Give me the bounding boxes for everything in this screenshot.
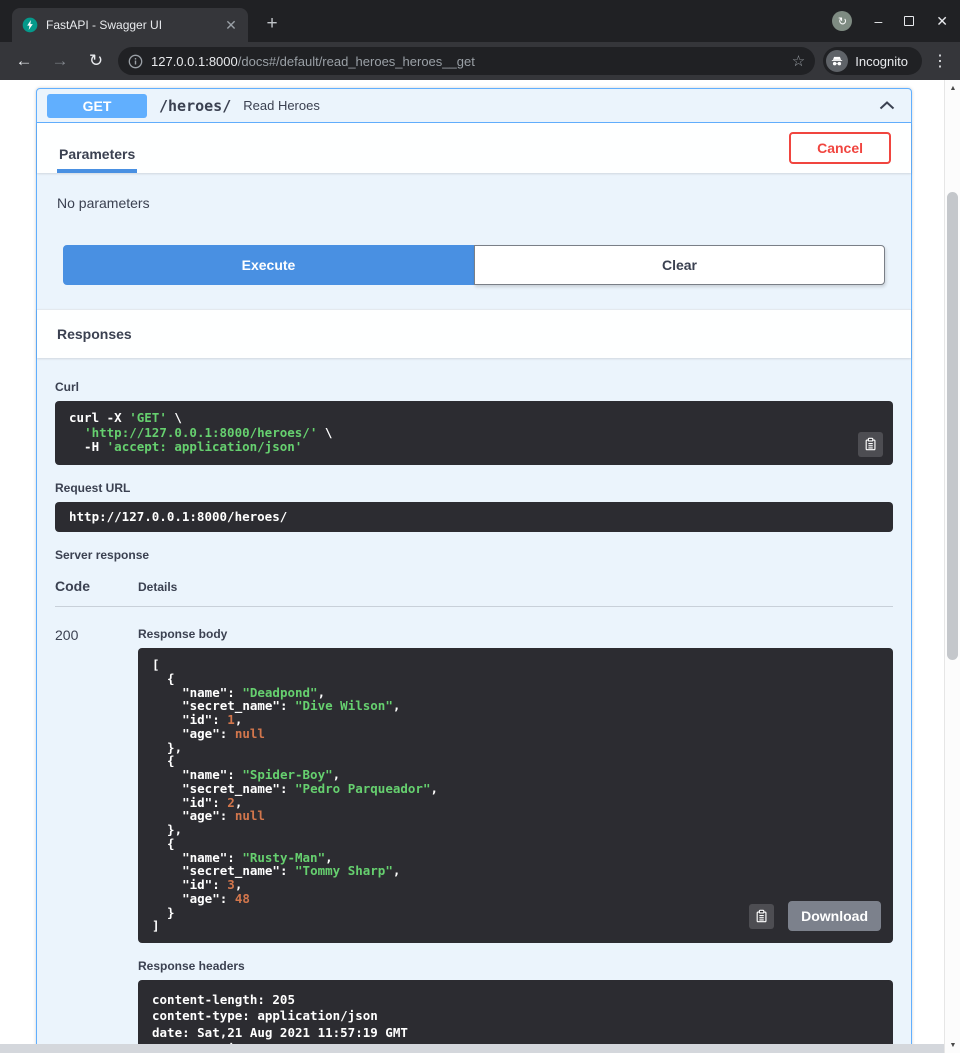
chevron-up-icon[interactable] <box>875 97 899 114</box>
download-button[interactable]: Download <box>788 901 881 931</box>
clear-button[interactable]: Clear <box>474 245 885 285</box>
curl-block: curl -X 'GET' \ 'http://127.0.0.1:8000/h… <box>55 401 893 465</box>
server-response-row: 200 Response body [ { "name": "Deadpond"… <box>55 607 893 1053</box>
new-tab-button[interactable]: + <box>260 13 284 35</box>
minimize-icon[interactable]: – <box>874 14 882 28</box>
server-response-label: Server response <box>55 548 893 562</box>
responses-body: Curl curl -X 'GET' \ 'http://127.0.0.1:8… <box>37 358 911 1053</box>
operation-summary-text: Read Heroes <box>243 98 320 113</box>
parameters-body: No parameters <box>37 173 911 211</box>
status-code: 200 <box>55 627 138 1053</box>
response-body-block: [ { "name": "Deadpond", "secret_name": "… <box>138 648 893 943</box>
url-text[interactable]: 127.0.0.1:8000/docs#/default/read_heroes… <box>151 54 784 69</box>
no-parameters-text: No parameters <box>57 195 150 211</box>
copy-curl-button[interactable] <box>858 432 883 457</box>
scrollbar-thumb[interactable] <box>947 192 958 660</box>
page-content: GET /heroes/ Read Heroes Parameters Canc… <box>0 80 960 1053</box>
response-details: Response body [ { "name": "Deadpond", "s… <box>138 627 893 1053</box>
cancel-button[interactable]: Cancel <box>789 132 891 164</box>
http-method-badge: GET <box>47 94 147 118</box>
tab-title: FastAPI - Swagger UI <box>46 18 214 32</box>
url-path: /docs#/default/read_heroes_heroes__get <box>238 54 475 69</box>
address-bar[interactable]: 127.0.0.1:8000/docs#/default/read_heroes… <box>118 47 815 75</box>
execute-button[interactable]: Execute <box>63 245 474 285</box>
response-headers-block: content-length: 205 content-type: applic… <box>138 980 893 1053</box>
response-body-actions: Download <box>749 901 881 931</box>
forward-icon[interactable]: → <box>46 47 74 75</box>
response-body-label: Response body <box>138 627 893 641</box>
request-url-value: http://127.0.0.1:8000/heroes/ <box>69 510 879 525</box>
curl-label: Curl <box>55 380 893 394</box>
responses-header: Responses <box>37 309 911 358</box>
reload-icon[interactable]: ↻ <box>82 47 110 75</box>
code-column-header: Code <box>55 578 138 594</box>
browser-window: FastAPI - Swagger UI ✕ + ↻ – ✕ ← → ↻ 127… <box>0 0 960 1053</box>
server-response-table-header: Code Details <box>55 566 893 607</box>
tab-strip: FastAPI - Swagger UI ✕ + ↻ – ✕ <box>0 0 960 42</box>
browser-menu-icon[interactable]: ⋮ <box>930 51 950 71</box>
scroll-up-icon[interactable]: ▲ <box>945 80 960 96</box>
copy-response-button[interactable] <box>749 904 774 929</box>
browser-toolbar: ← → ↻ 127.0.0.1:8000/docs#/default/read_… <box>0 42 960 80</box>
parameters-header: Parameters Cancel <box>37 123 911 173</box>
details-column-header: Details <box>138 580 177 594</box>
url-host: 127.0.0.1:8000 <box>151 54 238 69</box>
operation-summary[interactable]: GET /heroes/ Read Heroes <box>37 89 911 123</box>
curl-command: curl -X 'GET' \ 'http://127.0.0.1:8000/h… <box>69 411 879 455</box>
response-body-json: [ { "name": "Deadpond", "secret_name": "… <box>152 658 879 933</box>
tab-close-icon[interactable]: ✕ <box>222 16 240 34</box>
incognito-icon <box>826 50 848 72</box>
request-url-label: Request URL <box>55 481 893 495</box>
browser-tab[interactable]: FastAPI - Swagger UI ✕ <box>12 8 248 42</box>
scroll-down-icon[interactable]: ▼ <box>945 1037 960 1053</box>
request-url-block: http://127.0.0.1:8000/heroes/ <box>55 502 893 533</box>
operation-path: /heroes/ <box>159 97 231 115</box>
fastapi-favicon-icon <box>22 17 38 33</box>
response-headers-label: Response headers <box>138 959 893 973</box>
browser-update-icon[interactable]: ↻ <box>832 11 852 31</box>
bottom-scroll-strip <box>0 1044 944 1053</box>
incognito-badge: Incognito <box>823 47 922 75</box>
tab-parameters[interactable]: Parameters <box>57 146 137 173</box>
window-controls: ↻ – ✕ <box>832 0 948 42</box>
bookmark-star-icon[interactable]: ☆ <box>792 52 805 70</box>
opblock-get-heroes: GET /heroes/ Read Heroes Parameters Canc… <box>36 88 912 1053</box>
execute-row: Execute Clear <box>37 211 911 309</box>
incognito-label: Incognito <box>855 54 908 69</box>
window-close-icon[interactable]: ✕ <box>936 14 948 28</box>
back-icon[interactable]: ← <box>10 47 38 75</box>
maximize-icon[interactable] <box>904 16 914 26</box>
vertical-scrollbar[interactable]: ▲ ▼ <box>944 80 960 1053</box>
site-info-icon[interactable] <box>128 54 143 69</box>
